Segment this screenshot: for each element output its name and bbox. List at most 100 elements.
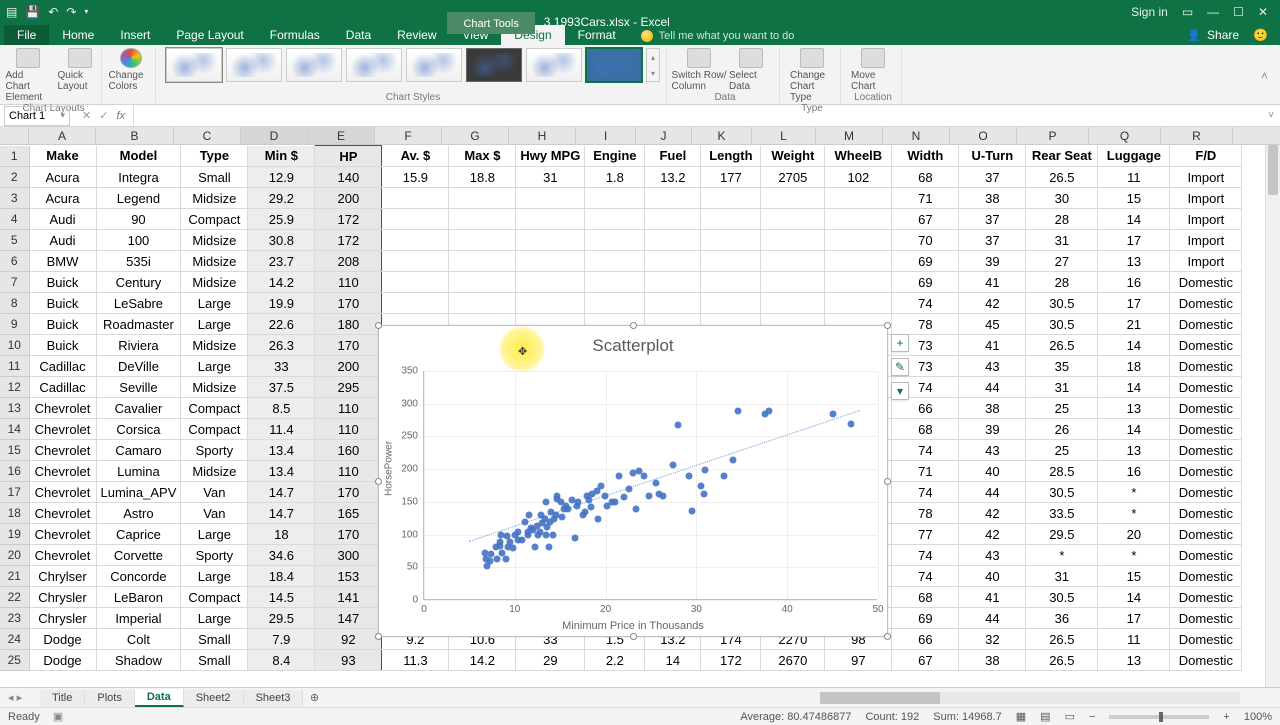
cell[interactable]: Import [1170,230,1242,251]
cell[interactable]: 2670 [761,650,825,671]
cell[interactable]: Midsize [181,377,248,398]
cell[interactable]: Century [96,272,181,293]
cell[interactable] [645,272,701,293]
cell[interactable] [449,272,516,293]
cell[interactable]: Cadillac [29,377,96,398]
cell[interactable] [825,230,892,251]
cell[interactable]: Camaro [96,440,181,461]
cell[interactable]: 38 [959,188,1026,209]
cell[interactable] [701,251,761,272]
change-colors-button[interactable]: Change Colors [109,48,153,92]
cell[interactable] [761,272,825,293]
row-header[interactable]: 1 [0,146,29,167]
name-box[interactable]: Chart 1▾ [4,106,70,126]
cell[interactable] [382,272,449,293]
cell[interactable]: Min $ [248,146,315,167]
cell[interactable]: 68 [892,587,959,608]
cell[interactable] [382,230,449,251]
data-point[interactable] [581,509,588,516]
cell[interactable]: 67 [892,650,959,671]
tab-nav-icons[interactable]: ◂ ▸ [8,691,22,704]
data-point[interactable] [620,494,627,501]
column-header-E[interactable]: E [308,127,375,144]
row-header[interactable]: 10 [0,335,29,356]
cell[interactable]: 13.4 [248,461,315,482]
cell[interactable]: Chrysler [29,587,96,608]
data-point[interactable] [626,486,633,493]
cell[interactable] [585,251,645,272]
cell[interactable]: 172 [701,650,761,671]
share-button[interactable]: Share [1207,28,1239,42]
cell[interactable] [585,209,645,230]
cell[interactable]: 100 [96,230,181,251]
cell[interactable]: 13.2 [645,167,701,188]
chart-style-4[interactable] [346,48,402,82]
worksheet-grid[interactable]: ABCDEFGHIJKLMNOPQR 1MakeModelTypeMin $HP… [0,127,1280,687]
cell[interactable]: Domestic [1170,461,1242,482]
cell[interactable]: 2.2 [585,650,645,671]
signin-link[interactable]: Sign in [1131,5,1168,19]
cell[interactable]: Buick [29,293,96,314]
cell[interactable] [516,209,585,230]
sheet-tab-sheet2[interactable]: Sheet2 [184,690,244,706]
cell[interactable]: 18 [248,524,315,545]
cell[interactable]: HP [315,146,382,167]
cell[interactable]: 14.7 [248,503,315,524]
cell[interactable]: Van [181,482,248,503]
data-point[interactable] [611,499,618,506]
cell[interactable]: Width [892,146,959,167]
cell[interactable]: Buick [29,335,96,356]
cell[interactable]: 13 [1098,251,1170,272]
zoom-level[interactable]: 100% [1244,711,1272,723]
cell[interactable]: 33.5 [1026,503,1098,524]
column-header-C[interactable]: C [174,127,241,144]
data-point[interactable] [629,469,636,476]
cell[interactable]: 110 [315,461,382,482]
cell[interactable]: Large [181,524,248,545]
cell[interactable]: 71 [892,461,959,482]
tab-page-layout[interactable]: Page Layout [163,25,256,45]
cell[interactable]: 30.5 [1026,482,1098,503]
cell[interactable]: 43 [959,440,1026,461]
cell[interactable]: 15 [1098,188,1170,209]
row-header[interactable]: 25 [0,650,29,671]
cell[interactable]: 172 [315,209,382,230]
tab-data[interactable]: Data [333,25,384,45]
data-point[interactable] [604,502,611,509]
data-point[interactable] [593,487,600,494]
cell[interactable]: 170 [315,335,382,356]
chart-style-3[interactable] [286,48,342,82]
data-point[interactable] [537,528,544,535]
cell[interactable]: Domestic [1170,545,1242,566]
qat-dropdown-icon[interactable]: ▾ [84,7,88,16]
row-header[interactable]: 19 [0,524,29,545]
column-header-M[interactable]: M [816,127,883,144]
vertical-scrollbar[interactable] [1265,145,1280,687]
cell[interactable] [449,209,516,230]
row-header[interactable]: 15 [0,440,29,461]
cell[interactable]: 25 [1026,440,1098,461]
ribbon-display-icon[interactable]: ▭ [1182,5,1193,19]
cell[interactable]: BMW [29,251,96,272]
cell[interactable]: Large [181,356,248,377]
cell[interactable]: Domestic [1170,608,1242,629]
cell[interactable]: 41 [959,587,1026,608]
cell[interactable]: Domestic [1170,293,1242,314]
cell[interactable]: Audi [29,230,96,251]
cell[interactable]: 110 [315,419,382,440]
cell[interactable]: Compact [181,209,248,230]
plot-area[interactable]: 05010015020025030035001020304050 [423,371,877,600]
cell[interactable]: 37 [959,209,1026,230]
data-point[interactable] [652,479,659,486]
cell[interactable]: 1.8 [585,167,645,188]
column-header-L[interactable]: L [752,127,816,144]
data-point[interactable] [601,492,608,499]
cell[interactable]: LeSabre [96,293,181,314]
column-header-F[interactable]: F [375,127,442,144]
cell[interactable] [825,188,892,209]
cell[interactable]: Chrylser [29,566,96,587]
cell[interactable]: Chevrolet [29,524,96,545]
cell[interactable]: 40 [959,566,1026,587]
cell[interactable]: 14.2 [248,272,315,293]
cell[interactable]: Dodge [29,650,96,671]
